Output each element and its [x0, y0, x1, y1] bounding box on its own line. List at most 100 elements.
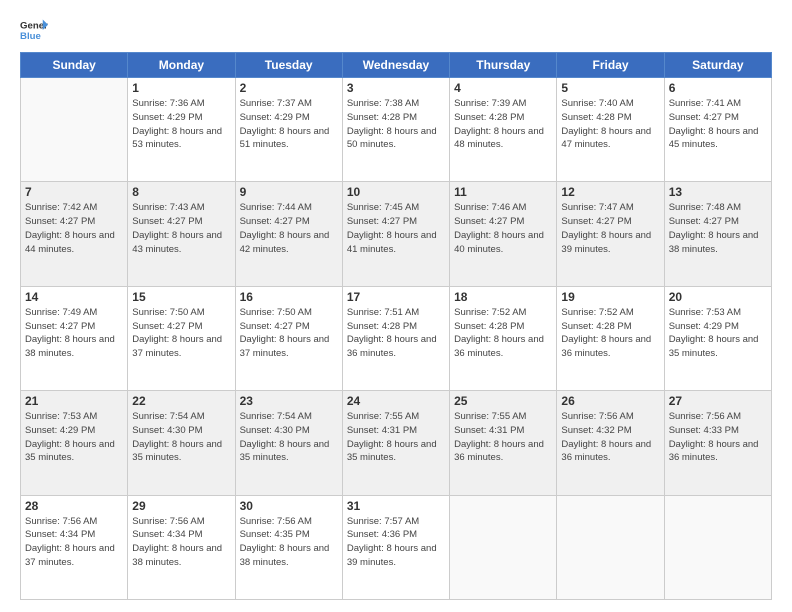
day-info: Sunrise: 7:40 AMSunset: 4:28 PMDaylight:…	[561, 97, 659, 152]
day-info: Sunrise: 7:49 AMSunset: 4:27 PMDaylight:…	[25, 306, 123, 361]
page: General Blue SundayMondayTuesdayWednesda…	[0, 0, 792, 612]
day-info: Sunrise: 7:47 AMSunset: 4:27 PMDaylight:…	[561, 201, 659, 256]
weekday-header-friday: Friday	[557, 53, 664, 78]
logo: General Blue	[20, 16, 48, 44]
header: General Blue	[20, 16, 772, 44]
day-number: 11	[454, 185, 552, 199]
calendar-cell	[21, 78, 128, 182]
calendar-cell: 10Sunrise: 7:45 AMSunset: 4:27 PMDayligh…	[342, 182, 449, 286]
day-info: Sunrise: 7:52 AMSunset: 4:28 PMDaylight:…	[561, 306, 659, 361]
day-info: Sunrise: 7:54 AMSunset: 4:30 PMDaylight:…	[132, 410, 230, 465]
calendar-week-row: 14 Sunrise: 7:49 AMSunset: 4:27 PMDayligh…	[21, 286, 772, 390]
day-info: Sunrise: 7:55 AMSunset: 4:31 PMDaylight:…	[347, 410, 445, 465]
day-info: Sunrise: 7:56 AMSunset: 4:33 PMDaylight:…	[669, 410, 767, 465]
day-number: 2	[240, 81, 338, 95]
logo-icon: General Blue	[20, 16, 48, 44]
day-info: Sunrise: 7:36 AMSunset: 4:29 PMDaylight:…	[132, 97, 230, 152]
calendar-cell: 17 Sunrise: 7:51 AMSunset: 4:28 PMDayligh…	[342, 286, 449, 390]
day-number: 4	[454, 81, 552, 95]
calendar-cell	[557, 495, 664, 599]
weekday-header-sunday: Sunday	[21, 53, 128, 78]
weekday-header-monday: Monday	[128, 53, 235, 78]
day-info: Sunrise: 7:43 AMSunset: 4:27 PMDaylight:…	[132, 201, 230, 256]
calendar-cell: 30Sunrise: 7:56 AMSunset: 4:35 PMDayligh…	[235, 495, 342, 599]
calendar-cell: 15Sunrise: 7:50 AMSunset: 4:27 PMDayligh…	[128, 286, 235, 390]
calendar-cell: 28 Sunrise: 7:56 AMSunset: 4:34 PMDayligh…	[21, 495, 128, 599]
day-number: 20	[669, 290, 767, 304]
calendar-cell: 11Sunrise: 7:46 AMSunset: 4:27 PMDayligh…	[450, 182, 557, 286]
day-info: Sunrise: 7:57 AMSunset: 4:36 PMDaylight:…	[347, 515, 445, 570]
day-info: Sunrise: 7:42 AMSunset: 4:27 PMDaylight:…	[25, 201, 123, 256]
calendar-cell: 14 Sunrise: 7:49 AMSunset: 4:27 PMDayligh…	[21, 286, 128, 390]
calendar-week-row: 28 Sunrise: 7:56 AMSunset: 4:34 PMDayligh…	[21, 495, 772, 599]
day-info: Sunrise: 7:39 AMSunset: 4:28 PMDaylight:…	[454, 97, 552, 152]
day-number: 24	[347, 394, 445, 408]
weekday-header-row: SundayMondayTuesdayWednesdayThursdayFrid…	[21, 53, 772, 78]
calendar-cell: 22 Sunrise: 7:54 AMSunset: 4:30 PMDayligh…	[128, 391, 235, 495]
day-info: Sunrise: 7:53 AMSunset: 4:29 PMDaylight:…	[25, 410, 123, 465]
weekday-header-saturday: Saturday	[664, 53, 771, 78]
day-number: 18	[454, 290, 552, 304]
day-number: 14	[25, 290, 123, 304]
day-number: 3	[347, 81, 445, 95]
day-number: 16	[240, 290, 338, 304]
calendar-week-row: 21Sunrise: 7:53 AMSunset: 4:29 PMDayligh…	[21, 391, 772, 495]
day-info: Sunrise: 7:51 AMSunset: 4:28 PMDaylight:…	[347, 306, 445, 361]
calendar-cell: 24 Sunrise: 7:55 AMSunset: 4:31 PMDayligh…	[342, 391, 449, 495]
calendar-cell: 8 Sunrise: 7:43 AMSunset: 4:27 PMDaylight…	[128, 182, 235, 286]
day-info: Sunrise: 7:38 AMSunset: 4:28 PMDaylight:…	[347, 97, 445, 152]
day-info: Sunrise: 7:48 AMSunset: 4:27 PMDaylight:…	[669, 201, 767, 256]
calendar-cell: 20 Sunrise: 7:53 AMSunset: 4:29 PMDayligh…	[664, 286, 771, 390]
calendar-cell: 13 Sunrise: 7:48 AMSunset: 4:27 PMDayligh…	[664, 182, 771, 286]
calendar-cell: 7Sunrise: 7:42 AMSunset: 4:27 PMDaylight…	[21, 182, 128, 286]
day-number: 30	[240, 499, 338, 513]
day-info: Sunrise: 7:56 AMSunset: 4:34 PMDaylight:…	[132, 515, 230, 570]
day-number: 17	[347, 290, 445, 304]
day-info: Sunrise: 7:55 AMSunset: 4:31 PMDaylight:…	[454, 410, 552, 465]
day-number: 5	[561, 81, 659, 95]
weekday-header-tuesday: Tuesday	[235, 53, 342, 78]
day-info: Sunrise: 7:50 AMSunset: 4:27 PMDaylight:…	[132, 306, 230, 361]
calendar-cell: 6 Sunrise: 7:41 AMSunset: 4:27 PMDaylight…	[664, 78, 771, 182]
calendar-cell: 2 Sunrise: 7:37 AMSunset: 4:29 PMDaylight…	[235, 78, 342, 182]
day-number: 13	[669, 185, 767, 199]
day-info: Sunrise: 7:41 AMSunset: 4:27 PMDaylight:…	[669, 97, 767, 152]
calendar-cell: 25 Sunrise: 7:55 AMSunset: 4:31 PMDayligh…	[450, 391, 557, 495]
calendar-week-row: 1 Sunrise: 7:36 AMSunset: 4:29 PMDaylight…	[21, 78, 772, 182]
svg-text:Blue: Blue	[20, 31, 41, 42]
day-info: Sunrise: 7:52 AMSunset: 4:28 PMDaylight:…	[454, 306, 552, 361]
calendar-week-row: 7Sunrise: 7:42 AMSunset: 4:27 PMDaylight…	[21, 182, 772, 286]
day-info: Sunrise: 7:37 AMSunset: 4:29 PMDaylight:…	[240, 97, 338, 152]
day-number: 6	[669, 81, 767, 95]
calendar-cell: 23Sunrise: 7:54 AMSunset: 4:30 PMDayligh…	[235, 391, 342, 495]
day-info: Sunrise: 7:45 AMSunset: 4:27 PMDaylight:…	[347, 201, 445, 256]
day-info: Sunrise: 7:50 AMSunset: 4:27 PMDaylight:…	[240, 306, 338, 361]
day-number: 9	[240, 185, 338, 199]
calendar-cell: 29 Sunrise: 7:56 AMSunset: 4:34 PMDayligh…	[128, 495, 235, 599]
calendar-cell: 5 Sunrise: 7:40 AMSunset: 4:28 PMDaylight…	[557, 78, 664, 182]
day-info: Sunrise: 7:56 AMSunset: 4:34 PMDaylight:…	[25, 515, 123, 570]
calendar-cell: 21Sunrise: 7:53 AMSunset: 4:29 PMDayligh…	[21, 391, 128, 495]
day-info: Sunrise: 7:44 AMSunset: 4:27 PMDaylight:…	[240, 201, 338, 256]
weekday-header-thursday: Thursday	[450, 53, 557, 78]
day-number: 12	[561, 185, 659, 199]
day-number: 28	[25, 499, 123, 513]
calendar-cell: 12 Sunrise: 7:47 AMSunset: 4:27 PMDayligh…	[557, 182, 664, 286]
calendar-cell: 4 Sunrise: 7:39 AMSunset: 4:28 PMDaylight…	[450, 78, 557, 182]
day-number: 1	[132, 81, 230, 95]
weekday-header-wednesday: Wednesday	[342, 53, 449, 78]
calendar-cell	[450, 495, 557, 599]
day-number: 8	[132, 185, 230, 199]
day-info: Sunrise: 7:56 AMSunset: 4:32 PMDaylight:…	[561, 410, 659, 465]
calendar-cell: 16 Sunrise: 7:50 AMSunset: 4:27 PMDayligh…	[235, 286, 342, 390]
calendar-cell: 31 Sunrise: 7:57 AMSunset: 4:36 PMDayligh…	[342, 495, 449, 599]
day-number: 22	[132, 394, 230, 408]
day-number: 31	[347, 499, 445, 513]
calendar-cell: 18 Sunrise: 7:52 AMSunset: 4:28 PMDayligh…	[450, 286, 557, 390]
day-number: 25	[454, 394, 552, 408]
calendar-cell: 19Sunrise: 7:52 AMSunset: 4:28 PMDayligh…	[557, 286, 664, 390]
day-number: 29	[132, 499, 230, 513]
calendar-cell: 26Sunrise: 7:56 AMSunset: 4:32 PMDayligh…	[557, 391, 664, 495]
calendar-cell	[664, 495, 771, 599]
day-info: Sunrise: 7:53 AMSunset: 4:29 PMDaylight:…	[669, 306, 767, 361]
